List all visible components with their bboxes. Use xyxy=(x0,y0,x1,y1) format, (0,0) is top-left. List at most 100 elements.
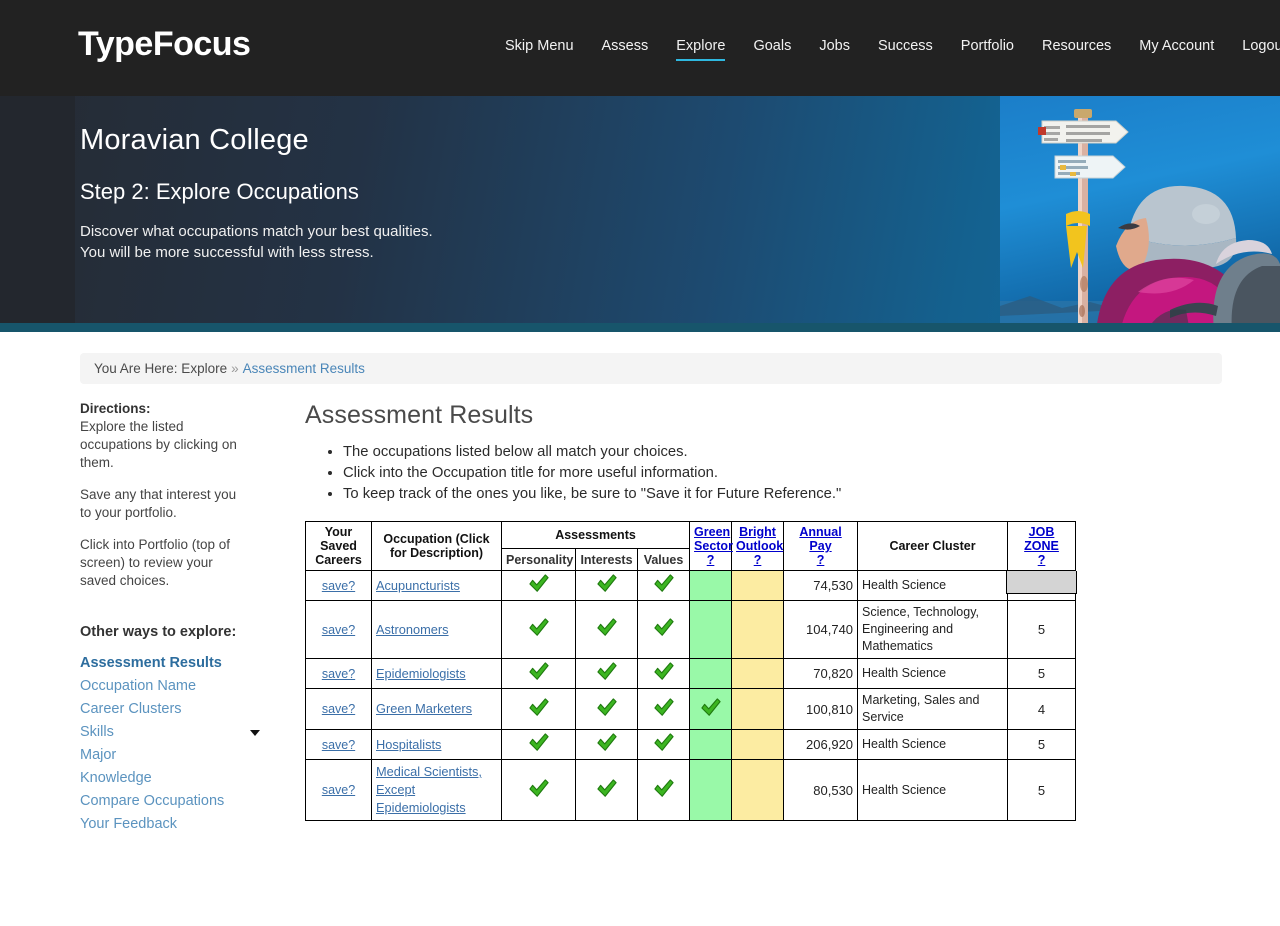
breadcrumb-separator: » xyxy=(231,361,239,376)
header-annual-pay[interactable]: Annual Pay ? xyxy=(784,522,858,571)
instruction-item: The occupations listed below all match y… xyxy=(343,442,1280,463)
directions-heading: Directions: xyxy=(80,401,295,416)
breadcrumb-prefix: You Are Here: Explore xyxy=(94,361,227,376)
sidebar-item-label: Compare Occupations xyxy=(80,793,224,809)
career-cluster-cell: Science, Technology, Engineering and Mat… xyxy=(858,601,1008,659)
table-body: save?Acupuncturists74,530Health Science5… xyxy=(306,571,1076,821)
occupation-link[interactable]: Hospitalists xyxy=(376,737,441,752)
site-logo[interactable]: TypeFocus xyxy=(78,25,250,64)
directions-paragraph-3: Click into Portfolio (top of screen) to … xyxy=(80,536,248,590)
hero-left-panel xyxy=(0,96,75,332)
sidebar-item-occupation-name[interactable]: Occupation Name xyxy=(80,675,250,698)
header-annual-pay-label[interactable]: Annual Pay xyxy=(788,525,853,553)
green-check-icon xyxy=(653,698,675,718)
table-row: save?Acupuncturists74,530Health Science5 xyxy=(306,571,1076,601)
top-navigation-bar: TypeFocus Skip MenuAssessExploreGoalsJob… xyxy=(0,0,1280,96)
save-link[interactable]: save? xyxy=(322,702,355,716)
header-career-cluster: Career Cluster xyxy=(858,522,1008,571)
green-check-icon xyxy=(596,574,618,594)
header-green-sector-help-icon[interactable]: ? xyxy=(694,553,727,567)
save-link[interactable]: save? xyxy=(322,738,355,752)
nav-link-explore[interactable]: Explore xyxy=(662,36,739,56)
save-link[interactable]: save? xyxy=(322,579,355,593)
green-sector-cell xyxy=(690,730,732,760)
sidebar-item-skills[interactable]: Skills xyxy=(80,721,250,744)
nav-link-success[interactable]: Success xyxy=(864,36,947,56)
nav-link-jobs[interactable]: Jobs xyxy=(805,36,864,56)
breadcrumb-current-link[interactable]: Assessment Results xyxy=(243,361,365,376)
hero-subtitle-line-2: You will be more successful with less st… xyxy=(80,242,433,263)
occupation-link[interactable]: Green Marketers xyxy=(376,701,472,716)
green-sector-cell xyxy=(690,689,732,730)
hero-photo xyxy=(1000,96,1280,332)
job-zone-cell: 4 xyxy=(1008,689,1076,730)
green-sector-cell xyxy=(690,659,732,689)
nav-link-assess[interactable]: Assess xyxy=(588,36,663,56)
header-green-sector-label[interactable]: Green Sector xyxy=(694,525,727,553)
save-link[interactable]: save? xyxy=(322,623,355,637)
job-zone-cell: 5 xyxy=(1008,760,1076,821)
nav-link-my-account[interactable]: My Account xyxy=(1125,36,1228,56)
save-link[interactable]: save? xyxy=(322,783,355,797)
header-job-zone[interactable]: JOB ZONE ? xyxy=(1008,522,1076,571)
green-check-icon xyxy=(596,662,618,682)
annual-pay-cell: 74,530 xyxy=(784,571,858,601)
header-green-sector[interactable]: Green Sector ? xyxy=(690,522,732,571)
header-bright-outlook-label[interactable]: Bright Outlook xyxy=(736,525,779,553)
header-bright-outlook[interactable]: Bright Outlook ? xyxy=(732,522,784,571)
sidebar-item-career-clusters[interactable]: Career Clusters xyxy=(80,698,250,721)
instruction-item: Click into the Occupation title for more… xyxy=(343,463,1280,484)
occupation-link[interactable]: Astronomers xyxy=(376,622,449,637)
job-zone-cell: 5 xyxy=(1008,601,1076,659)
sidebar-links: Assessment ResultsOccupation NameCareer … xyxy=(80,652,295,836)
header-bright-outlook-help-icon[interactable]: ? xyxy=(736,553,779,567)
sidebar-item-assessment-results[interactable]: Assessment Results xyxy=(80,652,250,675)
subheader-interests: Interests xyxy=(576,549,638,571)
interests-cell xyxy=(576,730,638,760)
green-check-icon xyxy=(653,733,675,753)
save-cell: save? xyxy=(306,571,372,601)
instruction-list: The occupations listed below all match y… xyxy=(305,442,1280,505)
table-row: save?Hospitalists206,920Health Science5 xyxy=(306,730,1076,760)
annual-pay-cell: 104,740 xyxy=(784,601,858,659)
nav-link-skip-menu[interactable]: Skip Menu xyxy=(505,36,588,56)
page-content: Directions: Explore the listed occupatio… xyxy=(0,384,1280,836)
nav-link-goals[interactable]: Goals xyxy=(739,36,805,56)
job-zone-cell: 5 xyxy=(1008,730,1076,760)
sidebar: Directions: Explore the listed occupatio… xyxy=(80,401,295,836)
green-sector-cell xyxy=(690,601,732,659)
green-check-icon xyxy=(528,574,550,594)
bright-outlook-cell xyxy=(732,659,784,689)
hero-text-block: Moravian College Step 2: Explore Occupat… xyxy=(80,124,433,263)
assessment-results-table: Your Saved Careers Occupation (Click for… xyxy=(305,521,1076,821)
chevron-down-icon[interactable] xyxy=(250,730,260,736)
green-check-icon xyxy=(596,779,618,799)
table-header-row: Your Saved Careers Occupation (Click for… xyxy=(306,522,1076,549)
occupation-link[interactable]: Medical Scientists, Except Epidemiologis… xyxy=(376,764,482,815)
occupation-link[interactable]: Epidemiologists xyxy=(376,666,466,681)
annual-pay-cell: 100,810 xyxy=(784,689,858,730)
occupation-link[interactable]: Acupuncturists xyxy=(376,578,460,593)
instruction-item: To keep track of the ones you like, be s… xyxy=(343,484,1280,505)
sidebar-item-your-feedback[interactable]: Your Feedback xyxy=(80,813,250,836)
sidebar-item-compare-occupations[interactable]: Compare Occupations xyxy=(80,790,250,813)
primary-nav: Skip MenuAssessExploreGoalsJobsSuccessPo… xyxy=(505,36,1280,56)
career-cluster-cell: Health Science xyxy=(858,760,1008,821)
header-job-zone-help-icon[interactable]: ? xyxy=(1012,553,1071,567)
header-job-zone-label[interactable]: JOB ZONE xyxy=(1012,525,1071,553)
green-check-icon xyxy=(528,662,550,682)
directions-paragraph-1: Explore the listed occupations by clicki… xyxy=(80,418,248,472)
header-annual-pay-help-icon[interactable]: ? xyxy=(788,553,853,567)
save-link[interactable]: save? xyxy=(322,667,355,681)
sidebar-item-knowledge[interactable]: Knowledge xyxy=(80,767,250,790)
sidebar-item-major[interactable]: Major xyxy=(80,744,250,767)
bright-outlook-cell xyxy=(732,571,784,601)
green-check-icon xyxy=(596,698,618,718)
interests-cell xyxy=(576,571,638,601)
interests-cell xyxy=(576,760,638,821)
green-check-icon xyxy=(528,698,550,718)
nav-link-logout[interactable]: Logout xyxy=(1228,36,1280,56)
nav-link-portfolio[interactable]: Portfolio xyxy=(947,36,1028,56)
nav-link-resources[interactable]: Resources xyxy=(1028,36,1125,56)
page-title: Assessment Results xyxy=(305,401,1280,430)
